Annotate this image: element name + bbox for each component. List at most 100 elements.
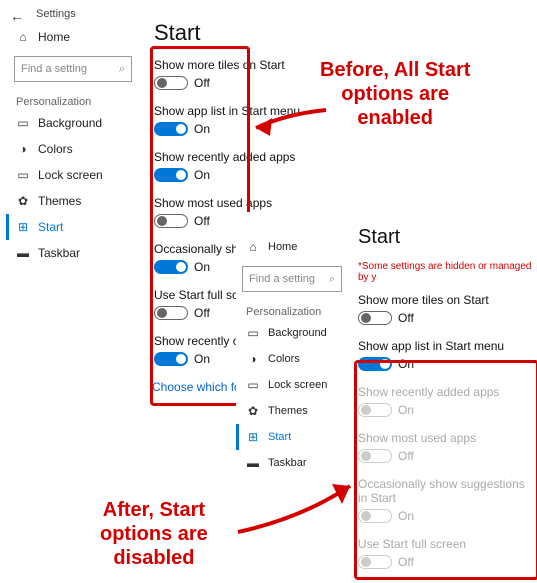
sidebar-item-home[interactable]: ⌂ Home <box>236 234 348 260</box>
search-placeholder: Find a setting <box>21 63 87 75</box>
sidebar-item-taskbar[interactable]: ▬ Taskbar <box>236 450 348 476</box>
home-icon: ⌂ <box>246 240 260 254</box>
taskbar-icon: ▬ <box>16 246 30 260</box>
setting-label: Show more tiles on Start <box>154 58 338 72</box>
sidebar-item-themes[interactable]: ✿ Themes <box>236 398 348 424</box>
before-sidebar: ⌂ Home Find a setting ⌕ Personalization … <box>6 24 140 266</box>
themes-icon: ✿ <box>246 404 260 418</box>
sidebar-item-taskbar[interactable]: ▬ Taskbar <box>6 240 140 266</box>
sidebar-section-header: Personalization <box>6 92 140 110</box>
setting-most-used: Show most used apps Off <box>358 431 534 463</box>
colors-icon: ◑ <box>16 142 30 156</box>
sidebar-item-label: Taskbar <box>38 246 80 260</box>
setting-label: Show app list in Start menu <box>154 104 338 118</box>
toggle-state: On <box>398 403 414 417</box>
sidebar-item-colors[interactable]: ◑ Colors <box>6 136 140 162</box>
setting-label: Use Start full screen <box>358 537 534 551</box>
annotation-before: Before, All Start options are enabled <box>320 58 470 130</box>
sidebar-item-start[interactable]: ⊞ Start <box>236 424 348 450</box>
toggle-more-tiles[interactable]: Off <box>358 311 534 325</box>
toggle-state: On <box>398 509 414 523</box>
setting-label: Show more tiles on Start <box>358 293 534 307</box>
lockscreen-icon: ▭ <box>246 378 260 392</box>
policy-warning: *Some settings are hidden or managed by … <box>358 261 534 283</box>
sidebar-item-label: Taskbar <box>268 457 307 469</box>
toggle-suggestions: On <box>358 509 534 523</box>
toggle-state: On <box>194 168 210 182</box>
sidebar-item-label: Themes <box>38 194 81 208</box>
setting-label: Show most used apps <box>358 431 534 445</box>
after-panel: ⌂ Home Find a setting ⌕ Personalization … <box>236 212 536 580</box>
sidebar-item-background[interactable]: ▭ Background <box>236 320 348 346</box>
sidebar-item-label: Home <box>268 241 297 253</box>
toggle-most-used: Off <box>358 449 534 463</box>
toggle-state: Off <box>194 76 210 90</box>
sidebar-item-lockscreen[interactable]: ▭ Lock screen <box>236 372 348 398</box>
page-title: Start <box>358 226 534 249</box>
sidebar-item-label: Start <box>38 220 63 234</box>
toggle-state: On <box>398 357 414 371</box>
sidebar-item-label: Colors <box>268 353 300 365</box>
setting-full-screen: Use Start full screen Off <box>358 537 534 569</box>
toggle-app-list[interactable]: On <box>154 122 338 136</box>
sidebar-item-label: Colors <box>38 142 73 156</box>
sidebar-item-label: Lock screen <box>268 379 327 391</box>
setting-app-list: Show app list in Start menu On <box>358 339 534 371</box>
setting-more-tiles: Show more tiles on Start Off <box>358 293 534 325</box>
annotation-after: After, Start options are disabled <box>100 498 208 570</box>
app-title: Settings <box>36 8 76 20</box>
start-icon: ⊞ <box>16 220 30 234</box>
search-input[interactable]: Find a setting ⌕ <box>242 266 342 292</box>
sidebar-item-home[interactable]: ⌂ Home <box>6 24 140 50</box>
toggle-state: Off <box>194 214 210 228</box>
taskbar-icon: ▬ <box>246 456 260 470</box>
toggle-app-list[interactable]: On <box>358 357 534 371</box>
setting-label: Show recently added apps <box>358 385 534 399</box>
start-icon: ⊞ <box>246 430 260 444</box>
toggle-state: Off <box>398 311 414 325</box>
setting-label: Show most used apps <box>154 196 338 210</box>
search-icon: ⌕ <box>329 273 335 286</box>
sidebar-item-colors[interactable]: ◑ Colors <box>236 346 348 372</box>
toggle-more-tiles[interactable]: Off <box>154 76 338 90</box>
setting-recently-added: Show recently added apps On <box>358 385 534 417</box>
sidebar-item-label: Background <box>38 116 102 130</box>
toggle-state: On <box>194 260 210 274</box>
sidebar-item-label: Background <box>268 327 327 339</box>
sidebar-item-themes[interactable]: ✿ Themes <box>6 188 140 214</box>
sidebar-item-lockscreen[interactable]: ▭ Lock screen <box>6 162 140 188</box>
setting-suggestions: Occasionally show suggestions in Start O… <box>358 477 534 523</box>
sidebar-item-start[interactable]: ⊞ Start <box>6 214 140 240</box>
lockscreen-icon: ▭ <box>16 168 30 182</box>
setting-label: Occasionally show suggestions in Start <box>358 477 534 505</box>
after-sidebar: ⌂ Home Find a setting ⌕ Personalization … <box>236 234 348 476</box>
sidebar-section-header: Personalization <box>236 302 348 320</box>
search-input[interactable]: Find a setting ⌕ <box>14 56 132 82</box>
toggle-state: Off <box>194 306 210 320</box>
setting-app-list: Show app list in Start menu On <box>154 104 338 136</box>
back-icon[interactable]: ← <box>10 8 24 24</box>
background-icon: ▭ <box>16 116 30 130</box>
sidebar-item-label: Start <box>268 431 291 443</box>
setting-label: Show app list in Start menu <box>358 339 534 353</box>
toggle-state: On <box>194 352 210 366</box>
toggle-state: Off <box>398 449 414 463</box>
sidebar-item-label: Themes <box>268 405 308 417</box>
toggle-full-screen: Off <box>358 555 534 569</box>
search-icon: ⌕ <box>119 63 125 76</box>
toggle-recently-added: On <box>358 403 534 417</box>
sidebar-item-label: Home <box>38 30 70 44</box>
themes-icon: ✿ <box>16 194 30 208</box>
toggle-state: Off <box>398 555 414 569</box>
search-placeholder: Find a setting <box>249 273 315 285</box>
setting-label: Show recently added apps <box>154 150 338 164</box>
setting-recently-added: Show recently added apps On <box>154 150 338 182</box>
colors-icon: ◑ <box>246 352 260 366</box>
toggle-recently-added[interactable]: On <box>154 168 338 182</box>
toggle-state: On <box>194 122 210 136</box>
sidebar-item-background[interactable]: ▭ Background <box>6 110 140 136</box>
sidebar-item-label: Lock screen <box>38 168 103 182</box>
page-title: Start <box>154 20 338 46</box>
annotated-screenshot: ← Settings ⌂ Home Find a setting ⌕ Perso… <box>0 0 537 583</box>
background-icon: ▭ <box>246 326 260 340</box>
